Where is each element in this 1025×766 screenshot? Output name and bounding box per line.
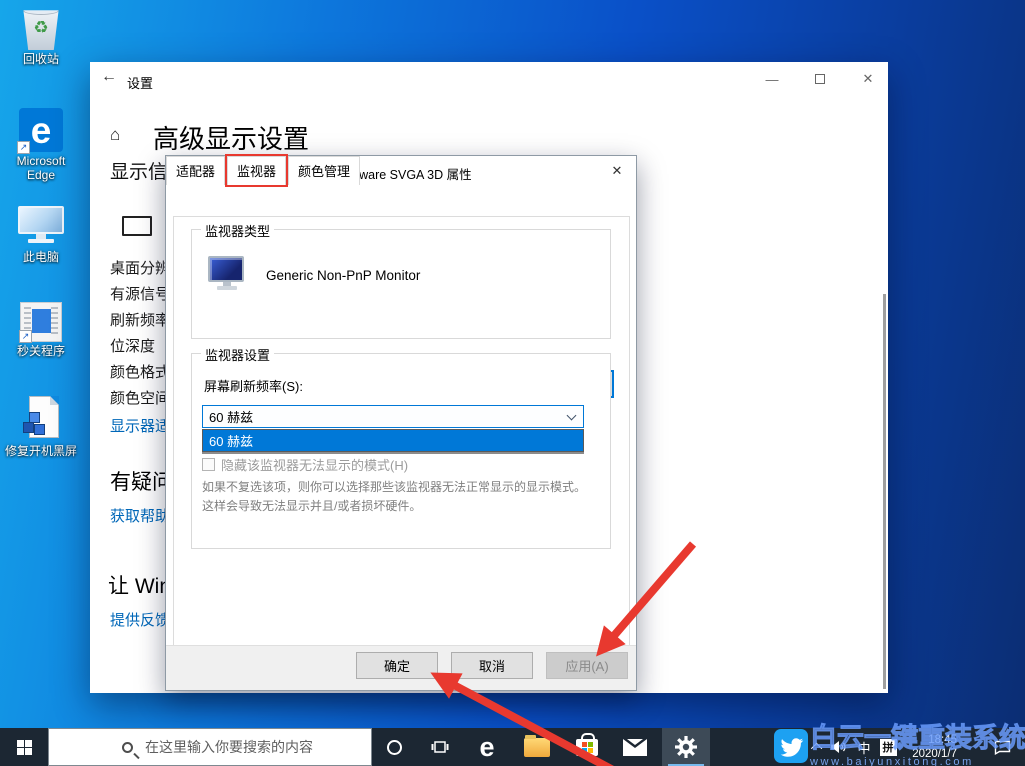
clock-time: 18:45 <box>928 733 957 747</box>
refresh-rate-combobox[interactable]: 60 赫兹 <box>202 405 584 428</box>
task-view-icon <box>431 739 449 755</box>
chevron-up-icon <box>811 743 822 754</box>
page-title: 高级显示设置 <box>153 119 309 156</box>
info-label: 颜色空间 <box>110 387 170 408</box>
ok-button[interactable]: 确定 <box>356 652 438 679</box>
desktop-icon-label: 修复开机黑屏 <box>2 445 80 459</box>
desktop-icon-registry-fix[interactable]: 修复开机黑屏 <box>2 396 80 459</box>
monitor-device-icon <box>208 256 246 290</box>
desktop-icon-app-shortcut[interactable]: ↗ 秒关程序 <box>2 302 80 359</box>
minimize-button[interactable]: — <box>749 64 795 94</box>
cancel-button[interactable]: 取消 <box>451 652 533 679</box>
shortcut-arrow-icon: ↗ <box>17 141 30 154</box>
back-icon[interactable]: ← <box>98 68 120 90</box>
windows-logo-icon <box>17 740 32 755</box>
recycle-bin-icon: ♻ <box>21 6 61 50</box>
info-label: 刷新频率 <box>110 309 170 330</box>
info-label: 颜色格式 <box>110 361 170 382</box>
desktop-icon-recycle-bin[interactable]: ♻ 回收站 <box>2 6 80 67</box>
monitor-properties-dialog: Generic Non-PnP Monitor 和 VMware SVGA 3D… <box>165 155 637 691</box>
maximize-button[interactable] <box>797 64 843 94</box>
shortcut-arrow-icon: ↗ <box>19 330 32 343</box>
speaker-icon <box>831 740 847 754</box>
search-icon <box>122 742 133 753</box>
monitor-type-group: 监视器类型 Generic Non-PnP Monitor 属性(P) <box>191 229 611 339</box>
taskbar-edge-button[interactable]: e <box>464 728 510 766</box>
program-window-icon: ↗ <box>20 302 62 342</box>
start-button[interactable] <box>0 728 48 766</box>
get-help-link[interactable]: 获取帮助 <box>110 505 170 526</box>
give-feedback-link[interactable]: 提供反馈 <box>110 609 170 630</box>
twitter-bird-icon <box>774 729 808 763</box>
edge-icon: e ↗ <box>19 108 63 152</box>
tab-adapter[interactable]: 适配器 <box>166 156 225 185</box>
this-pc-icon <box>16 206 66 243</box>
mail-icon <box>623 739 647 756</box>
warning-text: 如果不复选该项，则你可以选择那些该监视器无法正常显示的显示模式。 这样会导致无法… <box>202 478 604 516</box>
action-center-button[interactable] <box>982 728 1022 766</box>
registry-file-icon <box>21 396 61 442</box>
desktop-icon-label: 秒关程序 <box>2 345 80 359</box>
group-title: 监视器类型 <box>201 221 274 240</box>
store-icon <box>576 739 598 756</box>
desktop-icon-label: 回收站 <box>2 53 80 67</box>
volume-button[interactable] <box>828 728 850 766</box>
twitter-tile[interactable] <box>774 729 808 763</box>
refresh-rate-label: 屏幕刷新频率(S): <box>204 376 303 395</box>
taskbar-search-input[interactable]: 在这里输入你要搜索的内容 <box>48 728 372 766</box>
dropdown-option-selected[interactable]: 60 赫兹 <box>203 430 583 451</box>
pinyin-badge: 拼 <box>880 739 897 756</box>
taskbar: 在这里输入你要搜索的内容 e <box>0 728 1025 766</box>
hide-modes-checkbox-row: 隐藏该监视器无法显示的模式(H) <box>202 455 408 474</box>
dialog-close-button[interactable]: ✕ <box>602 160 632 182</box>
ime-mode-button[interactable]: 中 <box>852 728 876 766</box>
monitor-settings-group: 监视器设置 屏幕刷新频率(S): 60 赫兹 60 赫兹 隐藏该监视器无法显示的… <box>191 353 611 549</box>
monitor-name: Generic Non-PnP Monitor <box>266 268 420 283</box>
desktop-icon-this-pc[interactable]: 此电脑 <box>2 206 80 265</box>
tab-monitor[interactable]: 监视器 <box>227 156 286 185</box>
window-title: 设置 <box>127 73 153 92</box>
gear-icon <box>674 735 698 759</box>
hide-modes-checkbox[interactable] <box>202 458 215 471</box>
clock-date: 2020/1/7 <box>912 747 957 761</box>
task-view-button[interactable] <box>418 728 462 766</box>
show-hidden-icons-button[interactable] <box>810 728 826 766</box>
close-button[interactable]: ✕ <box>845 64 891 94</box>
apply-button[interactable]: 应用(A) <box>546 652 628 679</box>
chevron-down-icon <box>567 411 577 421</box>
refresh-rate-dropdown-list: 60 赫兹 <box>202 429 584 452</box>
action-center-icon <box>994 740 1011 755</box>
cortana-icon <box>387 740 402 755</box>
info-label: 位深度 <box>110 335 155 356</box>
scrollbar[interactable] <box>883 294 886 689</box>
folder-icon <box>524 738 550 757</box>
desktop-icon-edge[interactable]: e ↗ Microsoft Edge <box>2 108 80 183</box>
search-placeholder: 在这里输入你要搜索的内容 <box>145 737 313 757</box>
mail-button[interactable] <box>612 728 658 766</box>
combobox-value: 60 赫兹 <box>209 407 253 426</box>
group-title: 监视器设置 <box>201 345 274 364</box>
ime-badge-button[interactable]: 拼 <box>876 728 900 766</box>
edge-icon: e <box>479 732 494 763</box>
hide-modes-checkbox-label: 隐藏该监视器无法显示的模式(H) <box>221 455 408 474</box>
monitor-outline-icon <box>122 216 152 236</box>
file-explorer-button[interactable] <box>514 728 560 766</box>
settings-app-button[interactable] <box>662 728 710 766</box>
desktop-icon-label: 此电脑 <box>2 251 80 265</box>
home-icon[interactable]: ⌂ <box>110 125 120 145</box>
desktop-icon-label: Microsoft Edge <box>2 155 80 183</box>
tab-color-management[interactable]: 颜色管理 <box>288 156 360 185</box>
taskbar-clock[interactable]: 18:45 2020/1/7 <box>905 728 957 766</box>
cortana-button[interactable] <box>372 728 416 766</box>
store-button[interactable] <box>564 728 610 766</box>
